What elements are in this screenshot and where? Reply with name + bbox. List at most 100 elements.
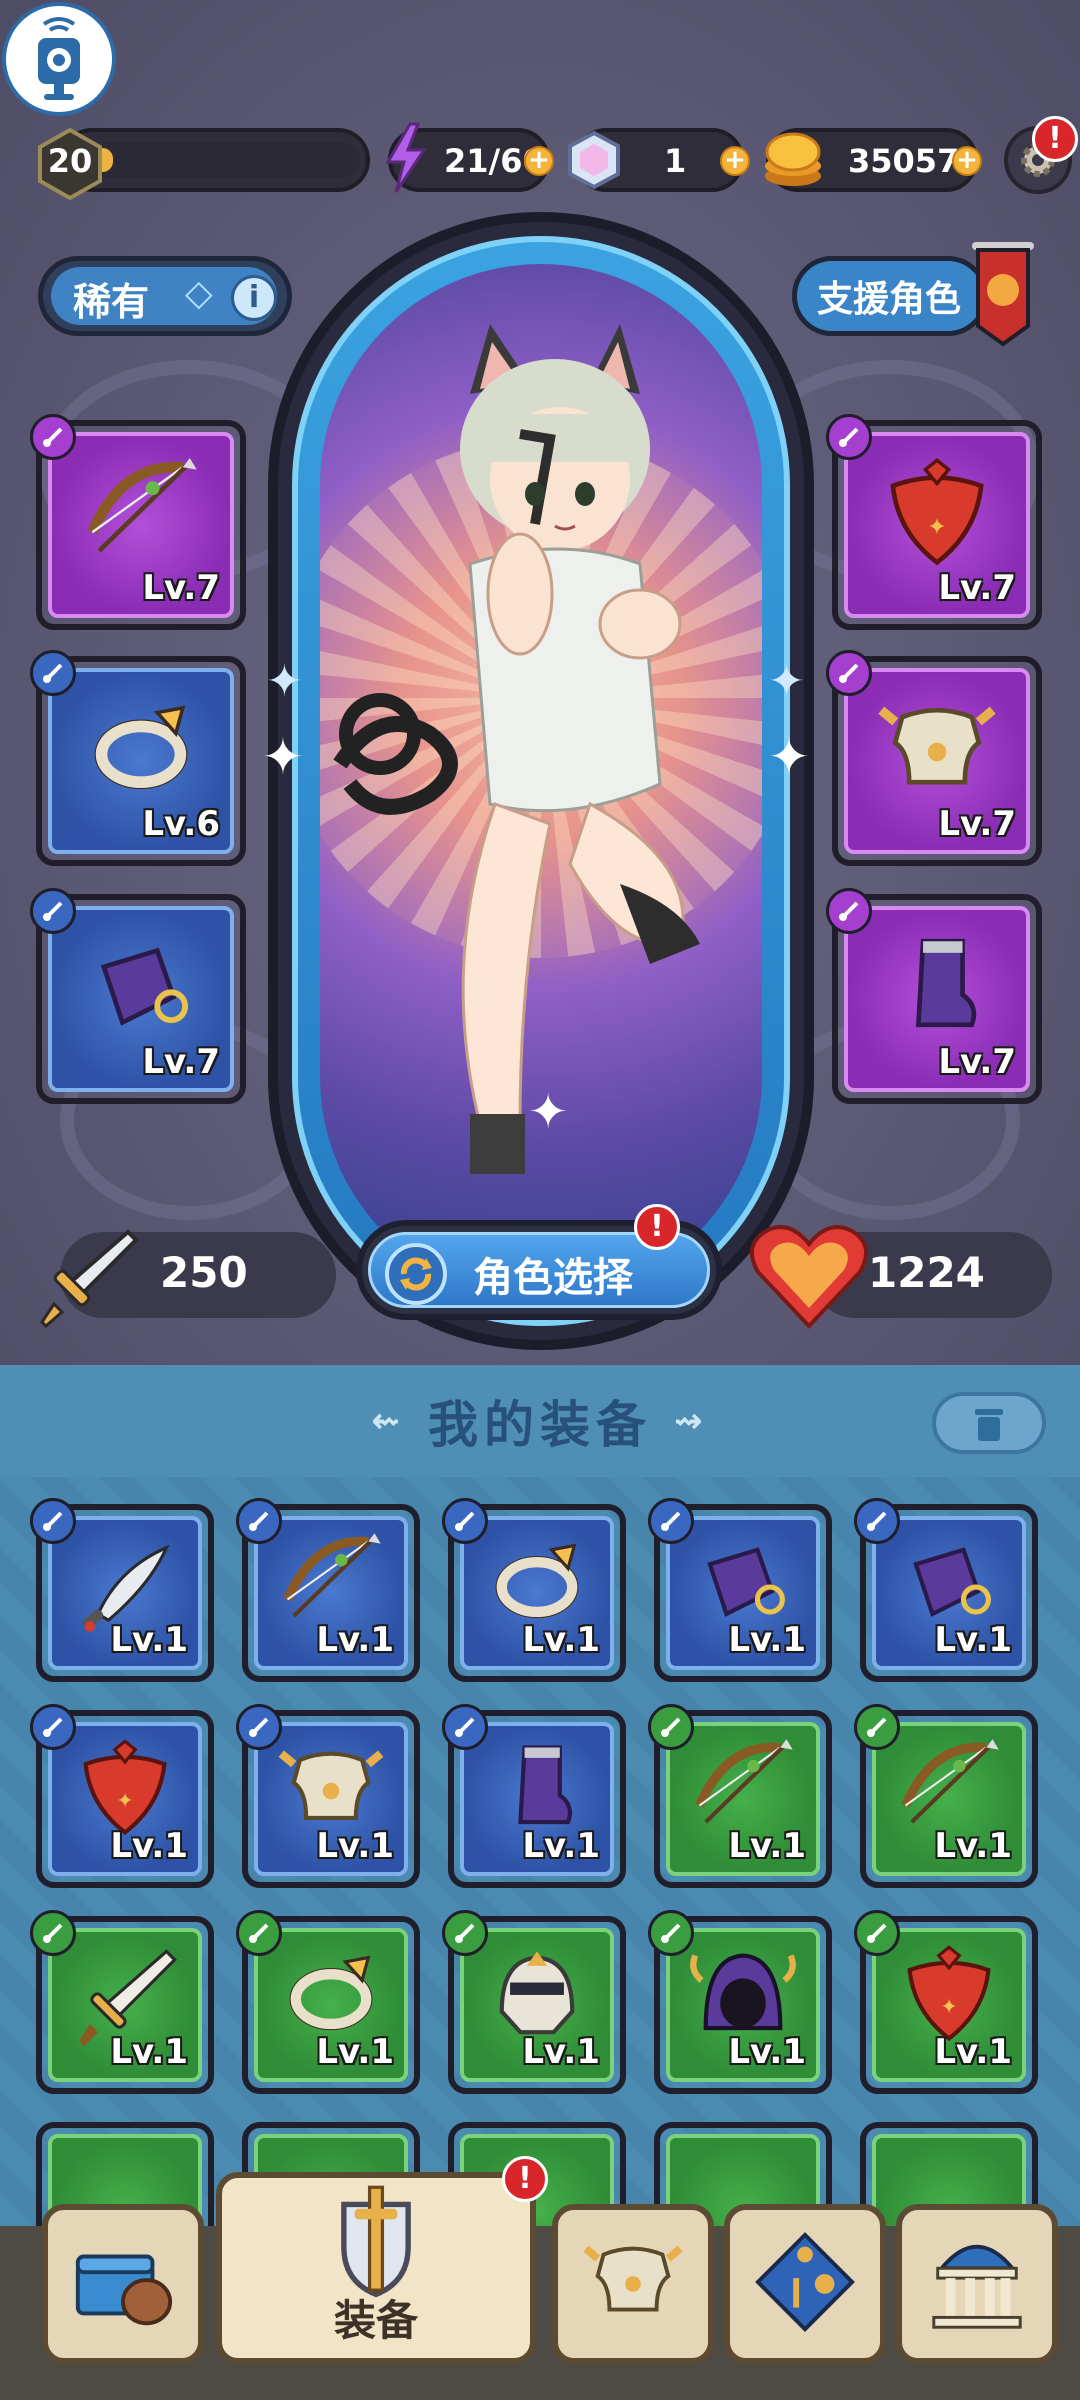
attack-value: 250 [160,1248,248,1297]
energy-add-button[interactable]: + [524,146,554,176]
equipment-slot-inner: Lv.1 [460,1928,614,2082]
nav-button-sword-shield[interactable]: 装备 [216,2172,536,2364]
trash-icon [975,1409,1003,1441]
item-level: Lv.1 [728,2032,806,2072]
equipment-slot[interactable]: Lv.1 [854,1704,1038,1888]
character-select-alert-badge: ! [634,1204,680,1250]
slot-type-icon [826,650,872,696]
bow-icon [87,457,197,553]
equipment-slot[interactable]: Lv.1 [648,1704,832,1888]
equipment-slot-inner: Lv.1 [666,1928,820,2082]
chest-icon [75,2254,173,2326]
game-screen: 20 21/60 + 1 + 35057 + ! 稀有 ◇ i 支援角色 ✦ ✦… [0,0,1080,2400]
rarity-label: 稀有 [73,280,150,324]
sparkle-icon: ✦ [768,728,810,786]
item-level: Lv.1 [316,1620,394,1660]
slot-type-icon [236,1498,282,1544]
slot-type-icon [30,1704,76,1750]
equipment-slot[interactable]: Lv.1 [30,1910,214,2094]
support-character-button[interactable]: 支援角色 [792,256,988,336]
camera-icon [38,17,80,100]
nav-button-armor[interactable] [552,2204,714,2364]
equipment-slot[interactable]: Lv.1 [236,1910,420,2094]
health-value: 1224 [868,1248,985,1297]
armor-icon [583,2245,683,2312]
equipment-slot-inner: Lv.1 [254,1928,408,2082]
equipment-slot[interactable]: Lv.7 [30,888,246,1104]
equipment-slot[interactable]: ✦ Lv.7 [826,414,1042,630]
inventory-header: ⇜ 我的装备 ⇝ [0,1365,1080,1477]
sparkle-icon: ✦ [528,1084,569,1140]
equipment-slot-inner: Lv.1 [460,1722,614,1876]
fish-right-icon: ⇝ [674,1401,709,1441]
equipment-slot[interactable]: Lv.1 [648,1498,832,1682]
svg-text:✦: ✦ [116,1789,133,1813]
nav-button-temple[interactable] [896,2204,1058,2364]
item-level: Lv.1 [522,1826,600,1866]
item-level: Lv.1 [934,1620,1012,1660]
item-level: Lv.1 [110,1620,188,1660]
fish-left-icon: ⇜ [371,1401,406,1441]
player-level: 20 [47,142,93,180]
slot-type-icon [30,1498,76,1544]
equipment-slot[interactable]: ✦ Lv.1 [30,1704,214,1888]
equipment-slot[interactable]: Lv.7 [30,414,246,630]
equipment-slot[interactable]: Lv.1 [236,1498,420,1682]
inventory-title-row: ⇜ 我的装备 ⇝ [0,1365,1080,1477]
equipment-slot[interactable]: ✦ Lv.1 [854,1910,1038,2094]
item-level: Lv.7 [938,568,1016,608]
gem-add-button[interactable]: + [720,146,750,176]
item-level: Lv.7 [142,568,220,608]
equipment-slot[interactable]: Lv.1 [442,1910,626,2094]
equipment-slot[interactable]: Lv.1 [30,1498,214,1682]
equipment-slot[interactable]: Lv.1 [442,1498,626,1682]
svg-text:✦: ✦ [927,513,946,540]
item-art [76,451,206,585]
slot-type-icon [442,1910,488,1956]
equipment-slot[interactable]: Lv.6 [30,650,246,866]
item-art [872,687,1002,821]
bracer-icon [100,947,189,1026]
coin-add-button[interactable]: + [952,146,982,176]
nav-button-chest[interactable] [42,2204,204,2364]
sparkle-icon: ✦ [768,656,805,707]
equipment-slot-inner: Lv.1 [48,1516,202,1670]
item-level: Lv.1 [316,1826,394,1866]
item-level: Lv.1 [728,1826,806,1866]
item-art [76,925,206,1059]
item-art [872,925,1002,1059]
camera-badge[interactable] [2,2,116,116]
ring-icon [94,705,188,790]
equipment-slot[interactable]: Lv.7 [826,650,1042,866]
sword-shield-icon [341,2185,411,2298]
delete-button[interactable] [932,1392,1046,1454]
equipment-slot[interactable]: Lv.1 [442,1704,626,1888]
slot-type-icon [826,414,872,460]
item-level: Lv.1 [934,1826,1012,1866]
character-portrait-frame[interactable]: ✦ [268,212,814,1350]
svg-text:✦: ✦ [940,1995,957,2019]
item-level: Lv.1 [110,1826,188,1866]
temple-icon [932,2244,1022,2329]
equipment-slot-inner: Lv.1 [872,1722,1026,1876]
item-level: Lv.7 [938,804,1016,844]
coin-stack-icon [765,132,821,186]
rarity-tag[interactable]: 稀有 ◇ i [38,256,292,336]
equipment-slot[interactable]: Lv.1 [854,1498,1038,1682]
slot-type-icon [30,888,76,934]
banner-flag-icon [972,242,1034,347]
equipment-slot-inner: Lv.1 [666,1722,820,1876]
info-icon[interactable]: i [231,275,277,321]
equipment-slot[interactable]: Lv.7 [826,888,1042,1104]
refresh-icon [385,1243,447,1305]
nav-button-skill-tree[interactable] [724,2204,886,2364]
slot-type-icon [236,1704,282,1750]
coin-value: 35057 [848,142,960,180]
slot-type-icon [30,1910,76,1956]
item-level: Lv.7 [938,1042,1016,1082]
equipment-slot[interactable]: Lv.1 [236,1704,420,1888]
character-art [333,324,700,1174]
equipment-slot[interactable]: Lv.1 [648,1910,832,2094]
nav-label: 装备 [333,2296,418,2345]
item-level: Lv.1 [728,1620,806,1660]
